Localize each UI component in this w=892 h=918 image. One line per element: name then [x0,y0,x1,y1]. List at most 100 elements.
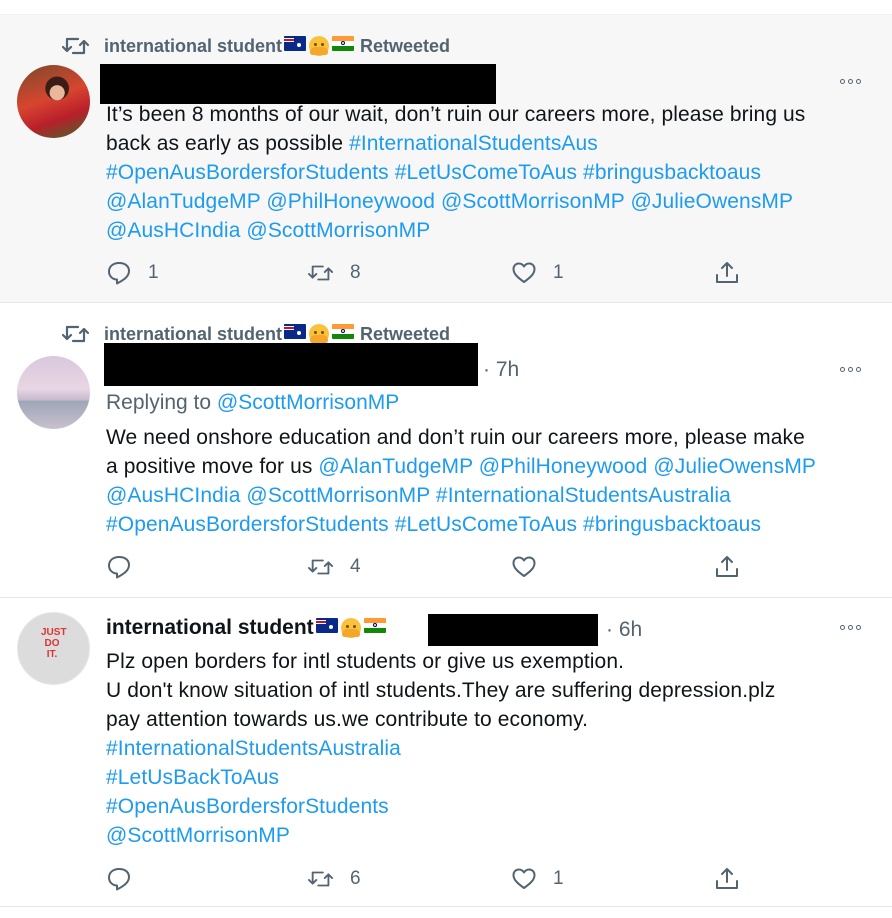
tweet-text: Plz open borders for intl students or gi… [106,647,876,850]
more-icon[interactable] [840,622,866,632]
timeline-bottom-edge [0,907,892,918]
tweet-text-line: #InternationalStudentsAustralia [106,734,876,763]
hugging-face-icon [309,324,330,344]
share-button[interactable] [714,552,756,582]
retweet-context: international student Retweeted [62,33,450,59]
avatar-sign: JUST DO IT. [41,627,67,660]
tweet-link[interactable]: #LetUsBackToAus [106,766,279,789]
tweet-text-line: a positive move for us @AlanTudgeMP @Phi… [106,452,876,481]
redacted-author [100,64,496,104]
retweet-icon [62,325,90,343]
retweet-button[interactable]: 8 [308,258,361,288]
tweet-link[interactable]: #OpenAusBordersforStudents #LetUsComeToA… [106,513,761,536]
tweet-text-line: It’s been 8 months of our wait, don’t ru… [106,100,876,129]
tweet-text: It’s been 8 months of our wait, don’t ru… [106,100,876,245]
tweet-link[interactable]: @AusHCIndia @ScottMorrisonMP [106,219,430,242]
author-name[interactable]: international student [106,616,392,640]
retweet-button[interactable]: 6 [308,864,361,894]
share-button[interactable] [714,864,756,894]
reply-button[interactable]: 1 [106,258,159,288]
tweet-text-line: #OpenAusBordersforStudents [106,792,876,821]
tweet-text-line: pay attention towards us.we contribute t… [106,705,876,734]
tweet-text-segment: Plz open borders for intl students or gi… [106,650,625,673]
tweet-text-segment: We need onshore education and don’t ruin… [106,426,805,449]
replying-to-label: Replying to [106,391,217,414]
retweet-button[interactable]: 4 [308,552,361,582]
more-icon[interactable] [840,364,866,374]
reply-button[interactable] [106,864,148,894]
tweet-2[interactable]: international student Retweeted · 7h Rep… [0,303,892,598]
tweet-text-segment: a positive move for us [106,455,319,478]
replying-to: Replying to @ScottMorrisonMP [106,391,399,415]
heart-icon [512,262,536,283]
avatar[interactable] [17,65,90,138]
retweet-count: 4 [350,556,361,577]
retweet-icon [308,559,334,575]
tweet-link[interactable]: #InternationalStudentsAustralia [106,737,401,760]
tweet-link[interactable]: #InternationalStudentsAus [349,132,598,155]
tweet-link[interactable]: @AlanTudgeMP @PhilHoneywood @ScottMorris… [106,190,793,213]
share-button[interactable] [714,258,756,288]
tweet-text-line: @AusHCIndia @ScottMorrisonMP #Internatio… [106,481,876,510]
tweet-text-line: @AusHCIndia @ScottMorrisonMP [106,216,876,245]
replying-to-handle[interactable]: @ScottMorrisonMP [217,391,399,414]
heart-icon [512,868,536,889]
tweet-actions: 6 1 [106,864,746,894]
tweet-link[interactable]: @AusHCIndia @ScottMorrisonMP #Internatio… [106,484,731,507]
redacted-author [104,343,478,386]
avatar[interactable] [17,356,90,429]
like-button[interactable]: 1 [511,864,564,894]
tweet-text-line: @ScottMorrisonMP [106,821,876,850]
tweet-1[interactable]: international student Retweeted It’s bee… [0,15,892,303]
retweet-count: 6 [350,868,361,889]
name-emoji [284,324,355,344]
reply-icon [108,556,130,579]
like-button[interactable] [511,552,553,582]
tweet-3[interactable]: JUST DO IT. international student · 6h P… [0,598,892,907]
like-button[interactable]: 1 [511,258,564,288]
share-icon [716,868,738,889]
retweeter-name[interactable]: international student [104,36,282,57]
tweet-actions: 1 8 1 [106,258,746,288]
india-flag-icon [332,324,355,339]
avatar[interactable]: JUST DO IT. [17,612,90,685]
tweet-link[interactable]: #OpenAusBordersforStudents #LetUsComeToA… [106,161,761,184]
heart-icon [512,556,536,577]
india-flag-icon [363,618,386,633]
share-icon [716,262,738,283]
australia-flag-icon [284,324,307,339]
redacted-handle [428,614,598,646]
tweet-text-line: U don't know situation of intl students.… [106,676,876,705]
tweet-timestamp[interactable]: · 6h [606,618,642,642]
tweet-text-line: #OpenAusBordersforStudents #LetUsComeToA… [106,510,876,539]
reply-icon [108,868,130,891]
tweet-link[interactable]: @ScottMorrisonMP [106,824,290,847]
australia-flag-icon [284,36,307,51]
tweet-timestamp[interactable]: · 7h [483,358,519,382]
tweet-text-line: @AlanTudgeMP @PhilHoneywood @ScottMorris… [106,187,876,216]
tweet-text-line: Plz open borders for intl students or gi… [106,647,876,676]
hugging-face-icon [340,618,361,638]
like-count: 1 [553,262,564,283]
tweet-text-segment: It’s been 8 months of our wait, don’t ru… [106,103,806,126]
tweet-link[interactable]: @AlanTudgeMP @PhilHoneywood @JulieOwensM… [318,455,816,478]
name-emoji [284,36,355,56]
like-count: 1 [553,868,564,889]
retweeted-label: Retweeted [360,323,451,344]
tweet-text-line: #OpenAusBordersforStudents #LetUsComeToA… [106,158,876,187]
tweet-link[interactable]: #OpenAusBordersforStudents [106,795,389,818]
more-icon[interactable] [840,76,866,86]
timeline-top-edge [0,0,892,15]
tweet-text: We need onshore education and don’t ruin… [106,423,876,539]
retweeted-label: Retweeted [360,35,451,56]
tweet-text-segment: pay attention towards us.we contribute t… [106,708,589,731]
retweet-icon [308,871,334,887]
retweeter-name[interactable]: international student [104,324,282,345]
reply-icon [108,262,130,285]
retweet-icon [62,37,90,55]
retweet-icon [308,265,334,281]
reply-count: 1 [148,262,159,283]
reply-button[interactable] [106,552,148,582]
tweet-text-line: #LetUsBackToAus [106,763,876,792]
name-emoji [315,618,386,638]
